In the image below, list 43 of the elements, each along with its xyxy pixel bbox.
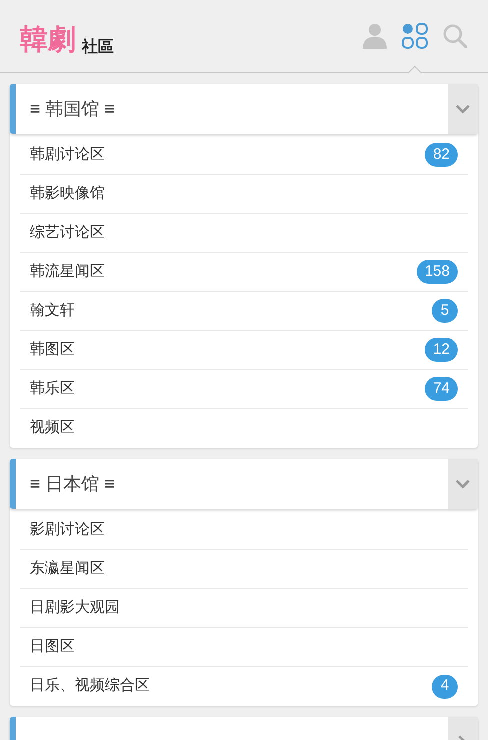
forum-name: 日剧影大观园 bbox=[30, 598, 120, 618]
section-header[interactable]: ≡ 日本馆 ≡ bbox=[10, 459, 478, 509]
forum-row[interactable]: 视频区 bbox=[20, 409, 468, 448]
search-icon[interactable] bbox=[443, 24, 467, 48]
count-badge: 4 bbox=[432, 674, 458, 698]
forum-row[interactable]: 韩乐区 74 bbox=[20, 370, 468, 409]
grid-icon[interactable] bbox=[402, 23, 428, 49]
forum-name: 视频区 bbox=[30, 418, 75, 438]
forum-row[interactable]: 东瀛星闻区 bbox=[20, 550, 468, 589]
forum-name: 翰文轩 bbox=[30, 300, 75, 321]
forum-name: 韩流星闻区 bbox=[30, 262, 105, 282]
forum-row[interactable]: 日乐、视频综合区 4 bbox=[20, 667, 468, 706]
count-badge: 74 bbox=[425, 377, 458, 401]
logo-mark: 韓劇 bbox=[20, 24, 77, 56]
section-title: ≡ 日本馆 ≡ bbox=[30, 472, 116, 496]
forum-name: 韩影映像馆 bbox=[30, 184, 105, 204]
forum-row[interactable]: 综艺讨论区 bbox=[20, 214, 468, 253]
forum-row[interactable]: 韩剧讨论区 82 bbox=[20, 136, 468, 175]
forum-name: 韩剧讨论区 bbox=[30, 144, 105, 165]
forum-name: 综艺讨论区 bbox=[30, 222, 105, 243]
count-badge: 12 bbox=[425, 338, 458, 362]
user-icon[interactable] bbox=[363, 23, 387, 49]
section-title: ≡ 韩国馆 ≡ bbox=[30, 98, 116, 120]
forum-row[interactable]: 翰文轩 5 bbox=[20, 292, 468, 331]
count-badge: 158 bbox=[416, 260, 458, 284]
count-badge: 5 bbox=[432, 299, 458, 323]
forum-row[interactable]: 影剧讨论区 bbox=[20, 511, 468, 550]
count-badge: 82 bbox=[425, 143, 458, 167]
forum-row[interactable]: 韩影映像馆 bbox=[20, 175, 468, 214]
section-header[interactable]: ≡ 韩国馆 ≡ bbox=[10, 84, 478, 134]
forum-row[interactable]: 日剧影大观园 bbox=[20, 589, 468, 628]
chevron-down-icon[interactable] bbox=[456, 480, 470, 488]
forum-name: 东瀛星闻区 bbox=[30, 558, 105, 579]
forum-name: 日图区 bbox=[30, 636, 75, 657]
forum-name: 日乐、视频综合区 bbox=[30, 676, 150, 696]
forum-row[interactable]: 韩图区 12 bbox=[20, 331, 468, 370]
logo-text: 社區 bbox=[82, 40, 114, 56]
chevron-down-icon[interactable] bbox=[456, 104, 470, 114]
forum-name: 影剧讨论区 bbox=[30, 520, 105, 540]
forum-row[interactable]: 韩流星闻区 158 bbox=[20, 253, 468, 292]
forum-row[interactable]: 日图区 bbox=[20, 628, 468, 667]
forum-name: 韩乐区 bbox=[30, 378, 75, 399]
forum-name: 韩图区 bbox=[30, 340, 75, 360]
